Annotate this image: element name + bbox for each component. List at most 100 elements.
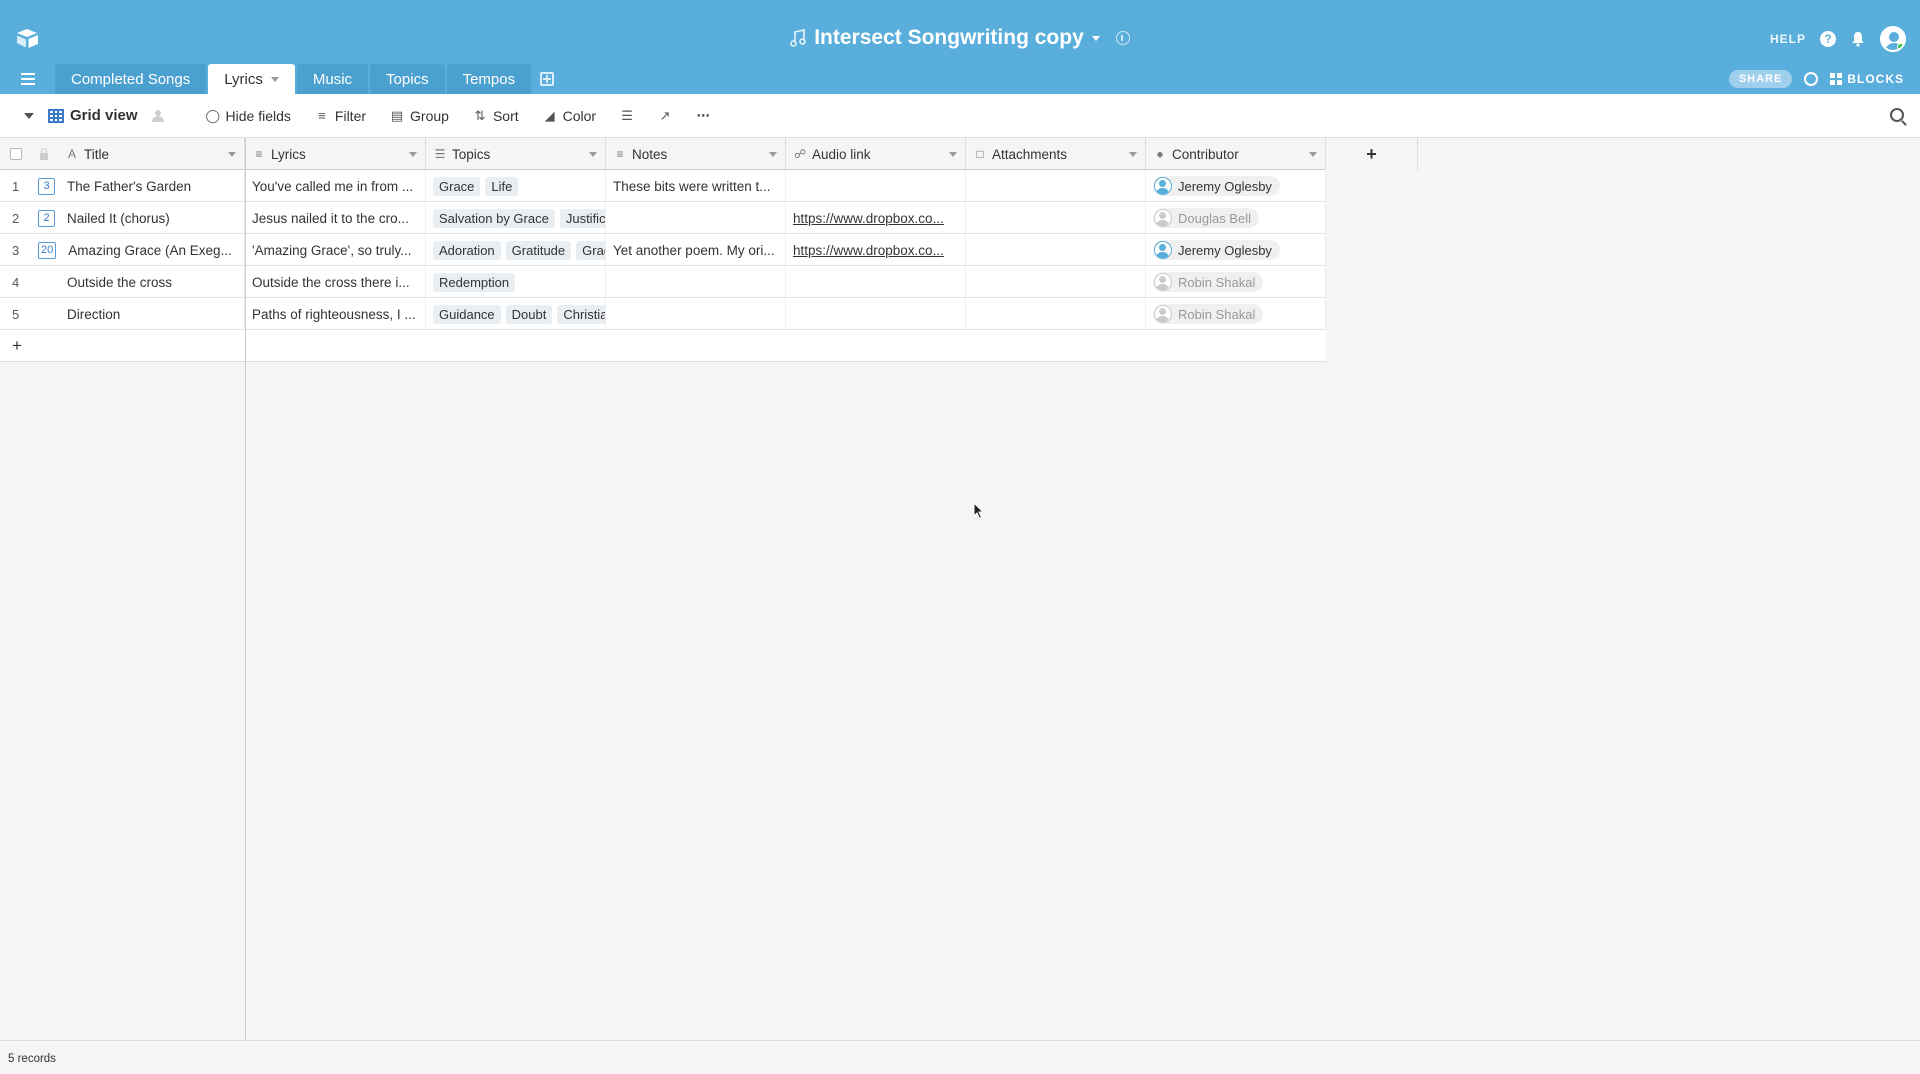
add-record-row[interactable]: + [0, 330, 1326, 362]
topics-cell[interactable]: Redemption [426, 266, 606, 298]
lyrics-cell[interactable]: Paths of righteousness, I ... [245, 298, 426, 330]
table-row[interactable]: 3 20 Amazing Grace (An Exeg... 'Amazing … [0, 234, 1326, 266]
attachments-cell[interactable] [966, 234, 1146, 266]
column-topics[interactable]: ☰ Topics [426, 138, 606, 170]
topic-tag: Christiar [557, 304, 605, 324]
tab-topics[interactable]: Topics [370, 64, 445, 94]
tab-tempos[interactable]: Tempos [446, 64, 532, 94]
share-view-icon[interactable]: ↗ [658, 108, 672, 124]
column-menu-caret-icon[interactable] [409, 152, 417, 157]
hide-fields-button[interactable]: ◯ Hide fields [206, 108, 291, 124]
attachments-cell[interactable] [966, 170, 1146, 202]
topics-cell[interactable]: Grace Life [426, 170, 606, 202]
search-icon[interactable] [1890, 108, 1904, 122]
table-row[interactable]: 1 3 The Father's Garden You've called me… [0, 170, 1326, 202]
add-field-button[interactable]: + [1326, 138, 1418, 170]
color-button[interactable]: ◢ Color [543, 108, 596, 124]
table-row[interactable]: 4 Outside the cross Outside the cross th… [0, 266, 1326, 298]
title-cell[interactable]: Direction [67, 307, 120, 322]
audio-link-cell[interactable] [786, 170, 966, 202]
column-attachments[interactable]: □ Attachments [966, 138, 1146, 170]
title-cell[interactable]: Outside the cross [67, 275, 172, 290]
column-notes[interactable]: ≡ Notes [606, 138, 786, 170]
attachments-cell[interactable] [966, 202, 1146, 234]
history-icon[interactable] [1804, 72, 1819, 86]
column-menu-caret-icon[interactable] [949, 152, 957, 157]
group-button[interactable]: ▤ Group [390, 108, 449, 124]
column-menu-caret-icon[interactable] [589, 152, 597, 157]
lyrics-cell[interactable]: You've called me in from ... [245, 170, 426, 202]
attachments-cell[interactable] [966, 266, 1146, 298]
contributor-cell[interactable]: Jeremy Oglesby [1146, 234, 1326, 266]
user-avatar[interactable] [1880, 26, 1906, 52]
column-audio-link[interactable]: ☍ Audio link [786, 138, 966, 170]
lyrics-cell[interactable]: 'Amazing Grace', so truly... [245, 234, 426, 266]
table-row[interactable]: 2 2 Nailed It (chorus) Jesus nailed it t… [0, 202, 1326, 234]
add-table-button[interactable] [533, 64, 561, 94]
attachments-cell[interactable] [966, 298, 1146, 330]
topics-cell[interactable]: Guidance Doubt Christiar [426, 298, 606, 330]
column-header-title[interactable]: Title [84, 147, 109, 162]
topic-tag: Guidance [433, 304, 501, 324]
audio-link-cell[interactable]: https://www.dropbox.co... [786, 202, 966, 234]
row-header: 4 Outside the cross [0, 266, 245, 298]
column-menu-caret-icon[interactable] [1129, 152, 1137, 157]
audio-link-cell[interactable]: https://www.dropbox.co... [786, 234, 966, 266]
base-title-group[interactable]: Intersect Songwriting copy [790, 26, 1130, 50]
comment-count-badge[interactable]: 2 [38, 209, 55, 227]
base-title[interactable]: Intersect Songwriting copy [814, 26, 1084, 50]
more-options-icon[interactable]: ⋯ [696, 108, 710, 124]
column-contributor[interactable]: ● Contributor [1146, 138, 1326, 170]
title-caret-icon[interactable] [1091, 35, 1100, 41]
topic-tag: Adoration [433, 240, 501, 260]
column-lyrics[interactable]: ≡ Lyrics [245, 138, 426, 170]
airtable-logo-icon[interactable] [16, 28, 40, 48]
sort-button[interactable]: ⇅ Sort [473, 108, 519, 124]
share-button[interactable]: SHARE [1728, 70, 1793, 88]
audio-link[interactable]: https://www.dropbox.co... [793, 243, 944, 258]
tab-music[interactable]: Music [296, 64, 369, 94]
menu-icon[interactable] [0, 64, 55, 94]
bell-icon[interactable] [1850, 31, 1866, 47]
column-menu-caret-icon[interactable] [769, 152, 777, 157]
row-height-icon[interactable]: ☰ [620, 108, 634, 124]
contributor-cell[interactable]: Robin Shakal [1146, 298, 1326, 330]
sort-label: Sort [492, 107, 519, 124]
contributor-cell[interactable]: Robin Shakal [1146, 266, 1326, 298]
view-switcher[interactable]: Grid view [48, 107, 138, 124]
column-menu-caret-icon[interactable] [1309, 152, 1317, 157]
contributor-cell[interactable]: Jeremy Oglesby [1146, 170, 1326, 202]
shared-view-icon[interactable] [151, 109, 168, 122]
help-icon[interactable]: ? [1820, 31, 1836, 47]
info-icon[interactable] [1115, 31, 1130, 45]
filter-button[interactable]: ≡ Filter [315, 108, 366, 124]
topics-cell[interactable]: Salvation by Grace Justific [426, 202, 606, 234]
topics-cell[interactable]: Adoration Gratitude Grac [426, 234, 606, 266]
tab-caret-icon[interactable] [270, 76, 279, 82]
notes-cell[interactable] [606, 202, 786, 234]
lyrics-cell[interactable]: Outside the cross there i... [245, 266, 426, 298]
audio-link-cell[interactable] [786, 266, 966, 298]
notes-cell[interactable] [606, 298, 786, 330]
notes-cell[interactable]: These bits were written t... [606, 170, 786, 202]
audio-link-cell[interactable] [786, 298, 966, 330]
tab-completed-songs[interactable]: Completed Songs [55, 64, 207, 94]
blocks-button[interactable]: BLOCKS [1830, 72, 1904, 86]
view-sidebar-toggle-icon[interactable] [24, 112, 34, 119]
comment-count-badge[interactable]: 3 [38, 177, 55, 195]
column-menu-caret-icon[interactable] [228, 152, 236, 157]
contributor-cell[interactable]: Douglas Bell [1146, 202, 1326, 234]
add-record-icon[interactable]: + [0, 336, 22, 356]
lyrics-cell[interactable]: Jesus nailed it to the cro... [245, 202, 426, 234]
help-link[interactable]: HELP [1770, 32, 1806, 46]
audio-link[interactable]: https://www.dropbox.co... [793, 211, 944, 226]
table-row[interactable]: 5 Direction Paths of righteousness, I ..… [0, 298, 1326, 330]
select-all-checkbox[interactable] [10, 148, 22, 160]
title-cell[interactable]: Nailed It (chorus) [67, 211, 170, 226]
title-cell[interactable]: The Father's Garden [67, 179, 191, 194]
notes-cell[interactable] [606, 266, 786, 298]
comment-count-badge[interactable]: 20 [38, 241, 57, 259]
notes-cell[interactable]: Yet another poem. My ori... [606, 234, 786, 266]
tab-lyrics[interactable]: Lyrics [208, 64, 295, 94]
title-cell[interactable]: Amazing Grace (An Exeg... [68, 243, 232, 258]
